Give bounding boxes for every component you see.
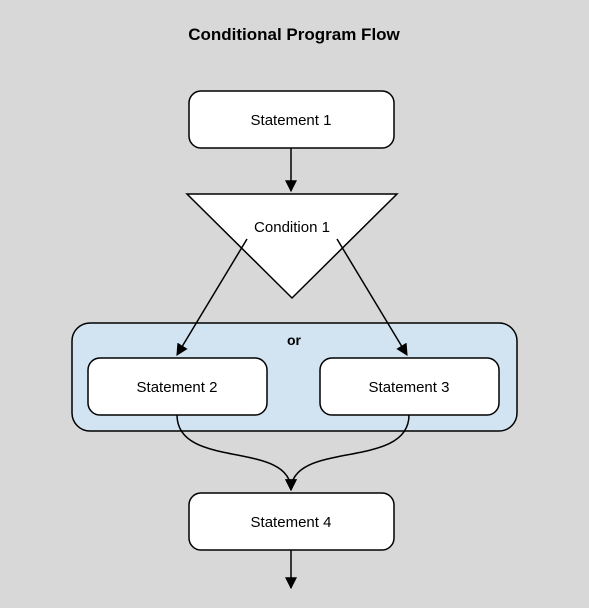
- node-statement2: Statement 2: [88, 358, 267, 415]
- diagram-title: Conditional Program Flow: [188, 25, 400, 44]
- node-statement1: Statement 1: [189, 91, 394, 148]
- node-statement2-label: Statement 2: [137, 379, 218, 396]
- node-condition1: Condition 1: [187, 194, 397, 298]
- node-statement4-label: Statement 4: [251, 514, 332, 531]
- node-statement3-label: Statement 3: [369, 379, 450, 396]
- or-label: or: [287, 332, 302, 348]
- flowchart-canvas: Conditional Program Flow or Statement 1 …: [0, 0, 589, 608]
- node-statement1-label: Statement 1: [251, 112, 332, 129]
- node-statement4: Statement 4: [189, 493, 394, 550]
- node-condition1-label: Condition 1: [254, 219, 330, 236]
- node-statement3: Statement 3: [320, 358, 499, 415]
